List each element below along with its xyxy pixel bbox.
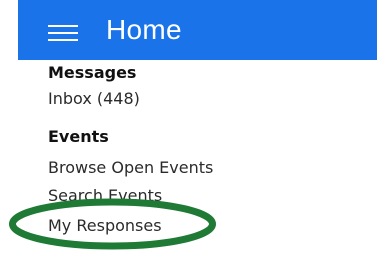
menu-bar-bottom bbox=[48, 39, 78, 41]
messages-heading: Messages bbox=[48, 63, 137, 82]
inbox-link[interactable]: Inbox (448) bbox=[48, 89, 140, 109]
browse-open-events-link[interactable]: Browse Open Events bbox=[48, 158, 213, 178]
menu-bar-middle bbox=[48, 32, 78, 34]
events-heading: Events bbox=[48, 127, 109, 146]
app-header: Home bbox=[18, 0, 377, 60]
hamburger-menu-icon[interactable] bbox=[48, 22, 78, 44]
menu-bar-top bbox=[48, 25, 78, 27]
search-events-link[interactable]: Search Events bbox=[48, 186, 162, 206]
page-title: Home bbox=[106, 14, 182, 45]
my-responses-link[interactable]: My Responses bbox=[48, 216, 162, 236]
page-margin bbox=[0, 0, 6, 255]
